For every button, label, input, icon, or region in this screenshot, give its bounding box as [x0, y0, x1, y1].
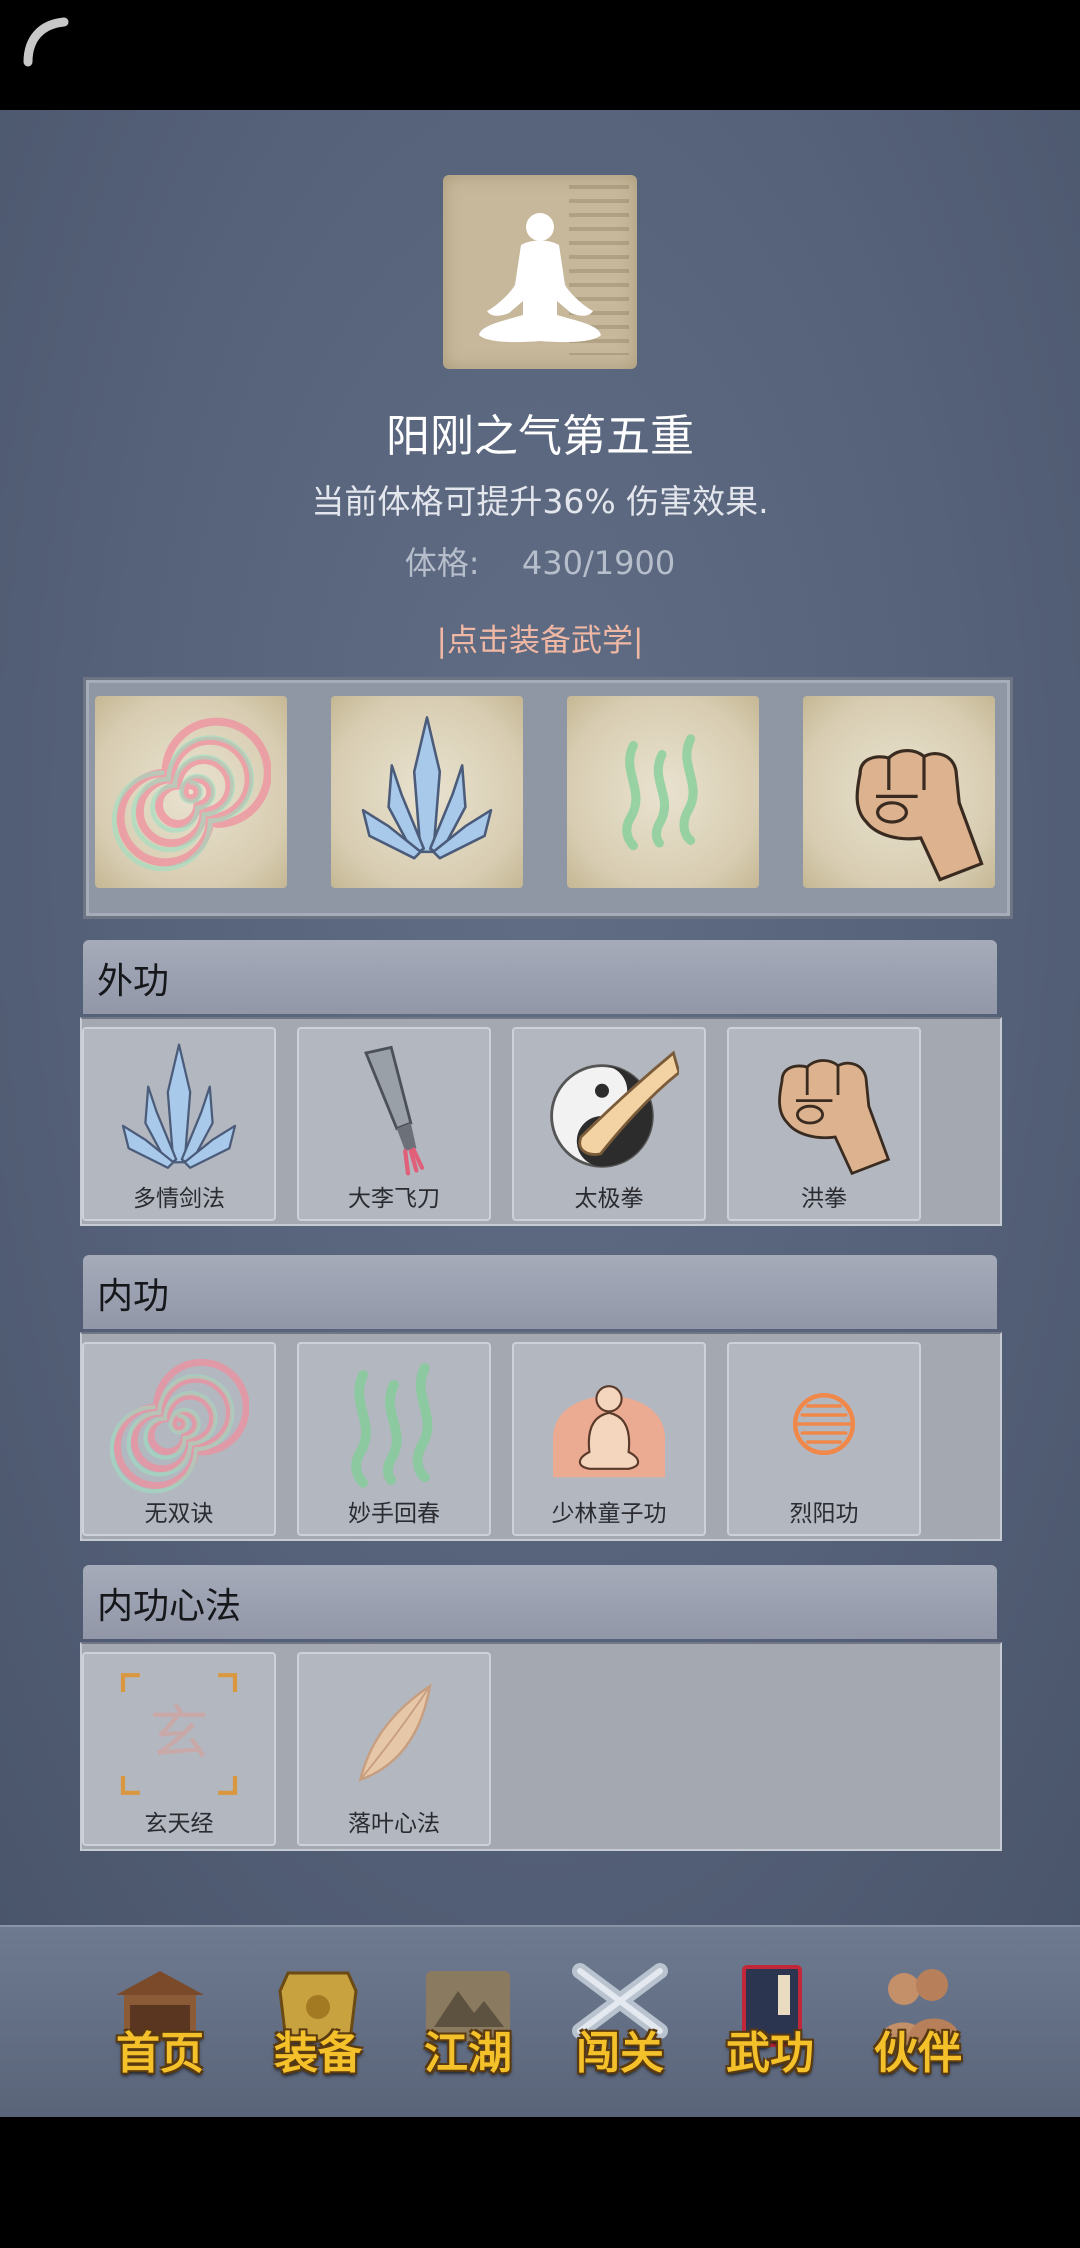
nav-label: 闯关 [576, 2028, 664, 2079]
equip-martial-arts-link[interactable]: |点击装备武学| [0, 615, 1080, 660]
sun-orb-icon [754, 1354, 894, 1494]
fist-icon [855, 748, 984, 882]
skill-card-lieyang[interactable]: 烈阳功 [727, 1342, 921, 1536]
meditating-monk-icon [551, 1385, 667, 1479]
nav-equipment[interactable]: 装备 [248, 1961, 388, 2091]
green-wave-icon [324, 1354, 464, 1494]
equipped-slot-3[interactable] [567, 696, 759, 888]
leaf-icon [359, 1684, 432, 1781]
nav-label: 装备 [274, 2028, 362, 2079]
section-body-internal: 无双诀 妙手回春 少林童子功 烈阳功 [80, 1332, 1002, 1541]
skill-card-duoqing[interactable]: 多情剑法 [82, 1027, 276, 1221]
skill-card-hongquan[interactable]: 洪拳 [727, 1027, 921, 1221]
physique-label: 体格: [404, 544, 480, 582]
section-title-internal: 内功 [97, 1276, 170, 1317]
meditation-portrait [443, 175, 637, 369]
xuan-glyph-icon: 玄 [109, 1664, 249, 1804]
skill-label: 少林童子功 [551, 1501, 667, 1527]
section-body-external: 多情剑法 大李飞刀 太极拳 洪拳 [80, 1017, 1002, 1226]
flying-knife-icon [324, 1039, 464, 1179]
nav-challenge[interactable]: 闯关 [550, 1961, 690, 2091]
nav-label: 武功 [726, 2028, 814, 2079]
nav-home[interactable]: 首页 [90, 1961, 230, 2091]
section-header-external: 外功 [83, 940, 997, 1014]
skill-label: 妙手回春 [348, 1501, 440, 1527]
back-arc-icon[interactable] [14, 14, 72, 72]
skill-card-taiji[interactable]: 太极拳 [512, 1027, 706, 1221]
taiji-fist-icon [550, 1051, 679, 1168]
skill-label: 洪拳 [801, 1186, 847, 1212]
skill-label: 无双诀 [144, 1501, 214, 1527]
skill-label: 玄天经 [144, 1811, 214, 1837]
nav-jianghu[interactable]: 江湖 [398, 1961, 538, 2091]
xuan-glyph: 玄 [150, 1699, 209, 1768]
skill-card-feidao[interactable]: 大李飞刀 [297, 1027, 491, 1221]
skill-card-luoye[interactable]: 落叶心法 [297, 1652, 491, 1846]
blade-fan-icon [361, 716, 493, 860]
physique-value: 430/1900 [521, 544, 676, 582]
skill-label: 落叶心法 [348, 1811, 440, 1837]
skill-label: 多情剑法 [133, 1186, 225, 1212]
equipped-skills-panel [83, 677, 1013, 919]
status-bar [0, 0, 1080, 110]
section-body-mind: 玄 玄天经 落叶心法 [80, 1642, 1002, 1851]
skill-card-xuantian[interactable]: 玄 玄天经 [82, 1652, 276, 1846]
nav-label: 首页 [116, 2028, 204, 2079]
skill-card-shaolin[interactable]: 少林童子功 [512, 1342, 706, 1536]
skill-label: 太极拳 [574, 1186, 644, 1212]
skill-label: 烈阳功 [789, 1501, 859, 1527]
skill-card-wushuang[interactable]: 无双诀 [82, 1342, 276, 1536]
nav-martial-arts[interactable]: 武功 [700, 1961, 840, 2091]
physique-stat: 体格: 430/1900 [0, 538, 1080, 584]
nav-companions[interactable]: 伙伴 [848, 1961, 988, 2091]
green-wave-icon [567, 696, 759, 888]
equipped-slot-1[interactable] [95, 696, 287, 888]
skill-card-miaoshou[interactable]: 妙手回春 [297, 1342, 491, 1536]
nav-label: 伙伴 [874, 2028, 962, 2079]
equipped-slot-2[interactable] [331, 696, 523, 888]
martial-arts-screen: 阳刚之气第五重 当前体格可提升36% 伤害效果. 体格: 430/1900 |点… [0, 110, 1080, 1925]
nav-label: 江湖 [424, 2028, 512, 2079]
meditating-figure-icon [479, 213, 601, 343]
spiral-icon [95, 696, 287, 888]
realm-title: 阳刚之气第五重 [386, 411, 694, 462]
section-header-mind: 内功心法 [83, 1565, 997, 1639]
equipped-slot-4[interactable] [803, 696, 995, 888]
spiral-icon [109, 1354, 249, 1494]
skill-label: 大李飞刀 [348, 1186, 440, 1212]
blade-fan-icon [121, 1043, 237, 1169]
section-title-external: 外功 [97, 961, 170, 1002]
fist-icon [778, 1059, 890, 1175]
section-header-internal: 内功 [83, 1255, 997, 1329]
system-bottom-bar [0, 2117, 1080, 2248]
section-title-mind: 内功心法 [97, 1586, 242, 1627]
bottom-navigation: 首页 装备 江湖 闯关 武功 伙伴 [0, 1925, 1080, 2119]
realm-description: 当前体格可提升36% 伤害效果. [311, 482, 769, 521]
